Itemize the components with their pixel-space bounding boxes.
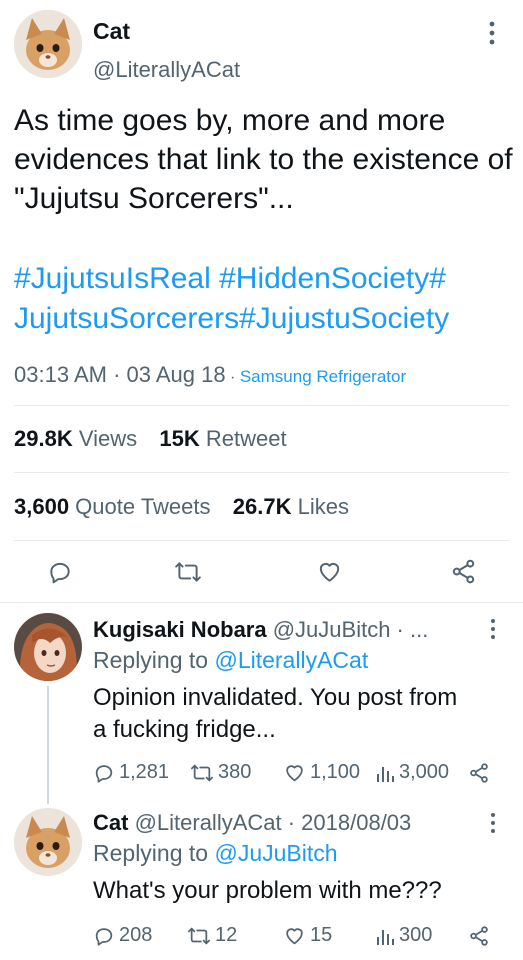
hashtags-line-2[interactable]: JujutsuSorcerers#JujustuSociety xyxy=(14,300,449,338)
reply-action-like[interactable]: 1,100 xyxy=(283,761,360,784)
reply-action-views[interactable]: 3,000 xyxy=(375,761,449,784)
reply-header: Kugisaki Nobara @JuJuBitch · ... xyxy=(93,617,428,643)
like-count: 15 xyxy=(310,924,333,946)
likes-link[interactable]: 26.7K Likes xyxy=(233,494,349,519)
replying-to-label: Replying to xyxy=(93,647,215,673)
views-count: 3,000 xyxy=(399,761,450,783)
likes-label: Likes xyxy=(291,494,349,519)
reply-avatar[interactable] xyxy=(14,808,82,876)
replying-to-handle[interactable]: @JuJuBitch xyxy=(214,840,337,866)
retweet-icon[interactable] xyxy=(174,559,202,585)
views-label: Views xyxy=(72,426,138,451)
tweet-source[interactable]: Samsung Refrigerator xyxy=(240,367,406,386)
more-vertical-icon[interactable] xyxy=(488,618,498,640)
replying-to: Replying to @LiterallyACat xyxy=(93,647,368,674)
author-name[interactable]: Cat xyxy=(93,18,130,45)
retweet-label: Retweet xyxy=(199,426,287,451)
thread-line xyxy=(47,686,49,804)
retweet-count: 380 xyxy=(218,761,252,783)
replying-to-label: Replying to xyxy=(93,840,215,866)
views-icon xyxy=(375,925,395,947)
author-avatar[interactable] xyxy=(14,10,82,78)
meta-separator: · xyxy=(225,369,240,386)
reply-action-retweet[interactable]: 12 xyxy=(187,924,237,947)
reply-count: 1,281 xyxy=(119,761,170,783)
reply-count: 208 xyxy=(119,924,153,946)
reply-action-views[interactable]: 300 xyxy=(375,924,432,947)
quote-likes-stats: 3,600 Quote Tweets 26.7K Likes xyxy=(14,494,349,520)
replying-to-handle[interactable]: @LiterallyACat xyxy=(214,647,368,673)
retweet-icon xyxy=(187,925,211,947)
views-icon xyxy=(375,762,395,784)
tweet-meta: 03:13 AM · 03 Aug 18 · Samsung Refrigera… xyxy=(14,362,406,388)
heart-icon xyxy=(283,762,306,784)
reply-text-line-1: What's your problem with me??? xyxy=(93,877,442,904)
reply-action-like[interactable]: 15 xyxy=(283,924,332,947)
tweet-timestamp[interactable]: 03:13 AM · 03 Aug 18 xyxy=(14,362,226,387)
quotes-link[interactable]: 3,600 Quote Tweets xyxy=(14,494,211,519)
more-vertical-icon[interactable] xyxy=(488,812,498,834)
divider xyxy=(0,602,523,603)
retweets-link[interactable]: 15K Retweet xyxy=(159,426,286,451)
retweet-count: 15K xyxy=(159,426,200,451)
divider xyxy=(14,405,509,406)
author-handle[interactable]: @LiterallyACat xyxy=(93,57,240,83)
reply-action-retweet[interactable]: 380 xyxy=(190,761,251,784)
replying-to: Replying to @JuJuBitch xyxy=(93,840,338,867)
share-icon[interactable] xyxy=(468,762,490,784)
views-retweet-stats: 29.8K Views 15K Retweet xyxy=(14,426,287,452)
reply-author-meta[interactable]: @JuJuBitch · ... xyxy=(267,617,429,642)
retweet-icon xyxy=(190,762,214,784)
share-icon[interactable] xyxy=(468,925,490,947)
reply-text-line-2: a fucking fridge... xyxy=(93,716,276,743)
reply-header: Cat @LiterallyACat · 2018/08/03 xyxy=(93,810,411,836)
share-icon[interactable] xyxy=(450,558,477,585)
tweet-text: As time goes by, more and more evidences… xyxy=(14,104,513,215)
reply-author-meta[interactable]: @LiterallyACat · 2018/08/03 xyxy=(128,810,412,835)
quote-label: Quote Tweets xyxy=(69,494,211,519)
retweet-count: 12 xyxy=(215,924,238,946)
heart-icon xyxy=(283,925,306,947)
like-count: 1,100 xyxy=(310,761,361,783)
likes-count: 26.7K xyxy=(232,494,292,519)
reply-text-line-1: Opinion invalidated. You post from xyxy=(93,684,458,711)
reply-action-reply[interactable]: 1,281 xyxy=(93,761,169,784)
reply-author-name[interactable]: Kugisaki Nobara xyxy=(93,617,267,642)
reply-avatar[interactable] xyxy=(14,613,82,681)
views-count: 300 xyxy=(399,924,433,946)
more-vertical-icon[interactable] xyxy=(486,20,498,46)
views-count: 29.8K xyxy=(14,426,73,451)
quote-count: 3,600 xyxy=(14,494,70,519)
reply-action-reply[interactable]: 208 xyxy=(93,924,152,947)
reply-icon xyxy=(93,925,115,947)
divider xyxy=(14,472,509,473)
heart-icon[interactable] xyxy=(316,559,343,585)
reply-icon xyxy=(93,762,115,784)
divider xyxy=(14,540,509,541)
hashtags-line-1[interactable]: #JujutsuIsReal #HiddenSociety# xyxy=(14,260,446,298)
reply-icon[interactable] xyxy=(47,559,73,585)
reply-author-name[interactable]: Cat xyxy=(93,810,128,835)
